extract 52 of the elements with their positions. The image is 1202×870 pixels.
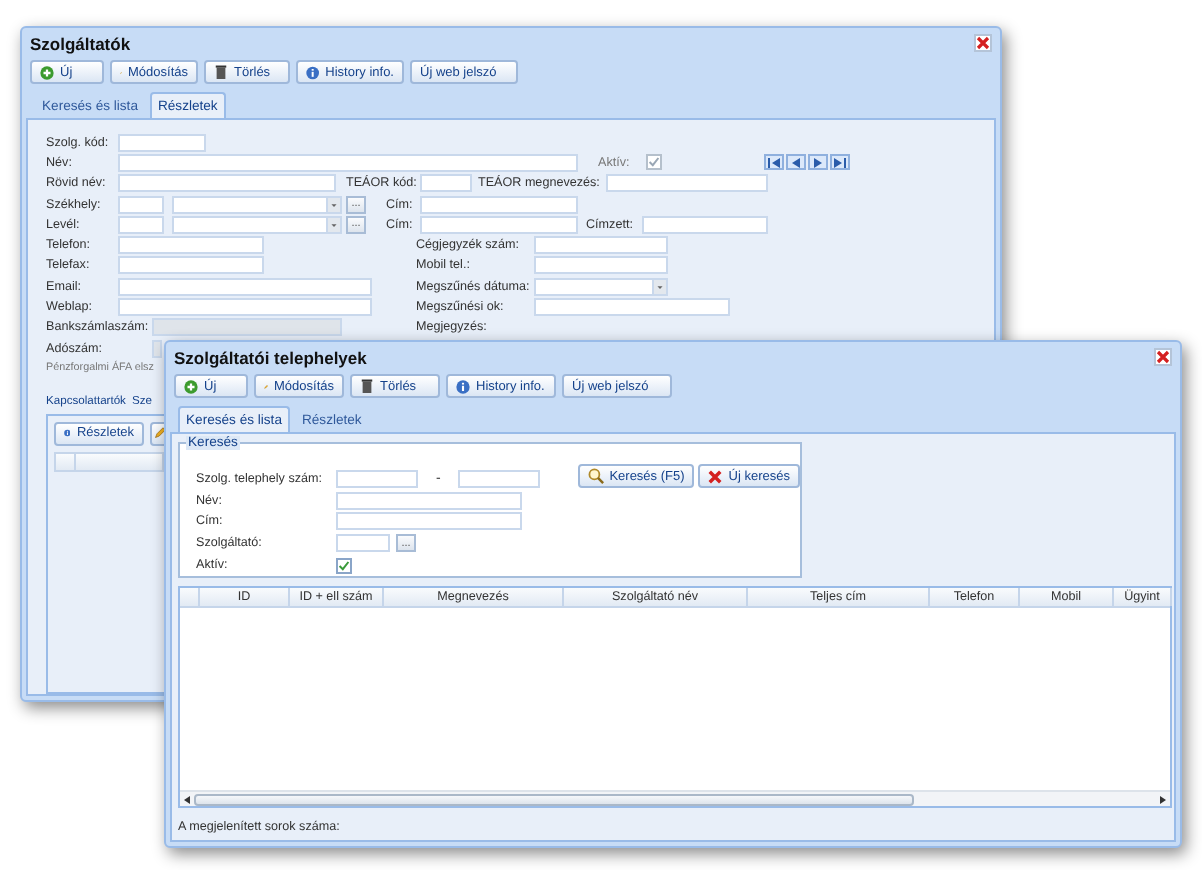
input-field[interactable] <box>118 133 206 152</box>
info-icon <box>306 65 320 79</box>
input-field[interactable] <box>118 298 372 317</box>
close-icon[interactable] <box>1154 348 1172 366</box>
input-field[interactable] <box>118 236 264 255</box>
input-field[interactable] <box>118 174 336 193</box>
checkbox[interactable] <box>646 154 662 171</box>
trash-icon <box>214 64 228 80</box>
add-icon <box>40 65 54 79</box>
input-field[interactable] <box>420 174 472 193</box>
window-title: Szolgáltatói telephelyek <box>174 347 367 367</box>
right-arrow-icon[interactable] <box>1160 795 1166 803</box>
input-field[interactable] <box>336 469 418 488</box>
input-field[interactable] <box>336 534 390 553</box>
input-field[interactable] <box>420 195 578 214</box>
info-icon <box>64 426 71 441</box>
info-icon <box>456 379 470 393</box>
trash-icon <box>360 378 374 394</box>
input-field[interactable] <box>118 215 164 234</box>
dropdown-field[interactable] <box>172 215 342 234</box>
input-field[interactable] <box>152 318 342 337</box>
input-field[interactable] <box>336 512 522 531</box>
input-field[interactable] <box>336 491 522 510</box>
input-field[interactable] <box>606 174 768 193</box>
input-field[interactable] <box>642 215 768 234</box>
first-record-button[interactable] <box>764 154 784 171</box>
caret-icon[interactable] <box>326 197 340 212</box>
input-field[interactable] <box>534 236 668 255</box>
add-icon <box>184 379 198 393</box>
next-button[interactable] <box>808 154 828 171</box>
input-field[interactable] <box>534 256 668 275</box>
checkbox[interactable] <box>336 557 352 574</box>
input-field[interactable] <box>458 469 540 488</box>
input-field[interactable] <box>118 195 164 214</box>
search-icon <box>587 468 604 484</box>
input-field[interactable] <box>118 256 264 275</box>
input-field[interactable] <box>118 153 578 172</box>
input-field[interactable] <box>118 277 372 296</box>
input-field[interactable] <box>534 298 730 317</box>
close-icon[interactable] <box>974 34 992 52</box>
caret-icon[interactable] <box>652 279 666 294</box>
last-record-button[interactable] <box>830 154 850 171</box>
previous-button[interactable] <box>786 154 806 171</box>
input-field[interactable] <box>152 339 162 358</box>
window-title: Szolgáltatók <box>30 33 131 53</box>
dropdown-field[interactable] <box>534 277 668 296</box>
close-icon <box>708 469 723 483</box>
input-field[interactable] <box>420 215 578 234</box>
horizontal-scrollbar[interactable] <box>180 790 1170 806</box>
dropdown-field[interactable] <box>172 195 342 214</box>
caret-icon[interactable] <box>326 217 340 232</box>
left-arrow-icon[interactable] <box>184 795 190 803</box>
